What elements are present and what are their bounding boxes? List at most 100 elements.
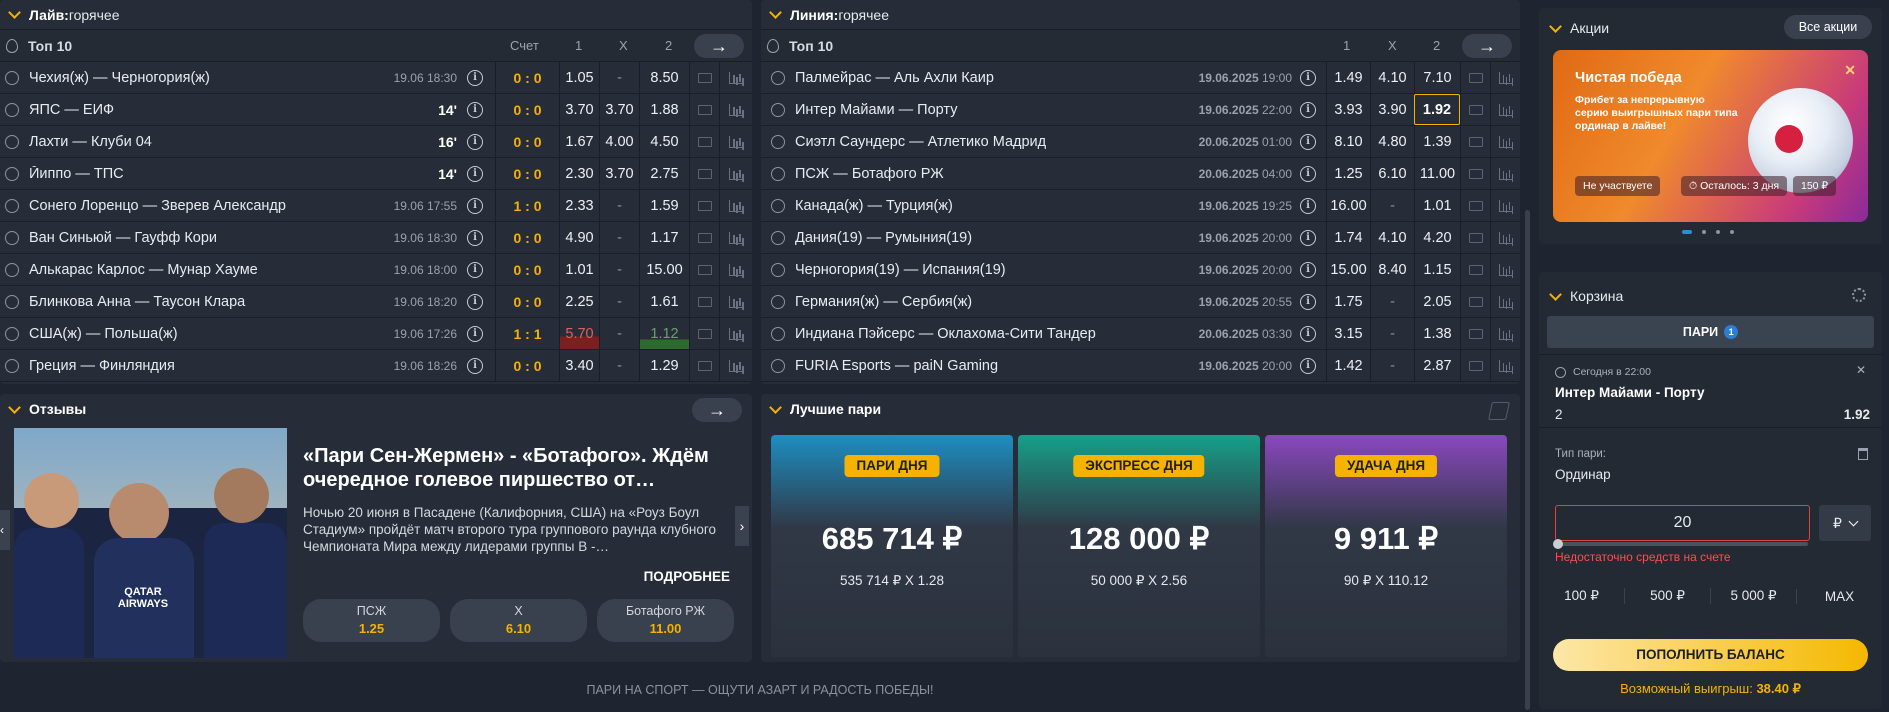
odd-cell[interactable]: 8.50 [639,62,689,93]
odd-cell[interactable]: 1.59 [639,190,689,221]
match-name[interactable]: Йиппо — ТПС [29,166,438,182]
next-arrow[interactable]: › [735,506,749,546]
match-row[interactable]: Блинкова Анна — Таусон Клара 19.06 18:20 i… [0,286,752,318]
match-row[interactable]: Интер Майами — Порту 19.06.2025 22:00 i 3.9… [761,94,1520,126]
match-row[interactable]: Греция — Финляндия 19.06 18:26 i 0 : 0 3.40-… [0,350,752,382]
stats-icon[interactable] [1490,286,1520,317]
video-icon[interactable] [1460,318,1490,349]
quick-bet-button[interactable]: Х 6.10 [450,599,587,642]
info-icon[interactable]: i [467,357,483,374]
match-row[interactable]: Лахти — Клуби 04 16' i 0 : 0 1.67 4.00 4.50 [0,126,752,158]
stats-icon[interactable] [1490,158,1520,189]
odd-cell[interactable]: 11.00 [1414,158,1460,189]
match-name[interactable]: Сиэтл Саундерс — Атлетико Мадрид [795,134,1199,150]
odd-cell[interactable]: 3.70 [559,94,599,125]
live-more-button[interactable]: → [694,34,744,58]
match-row[interactable]: Дания(19) — Румыния(19) 19.06.2025 20:00 i… [761,222,1520,254]
match-row[interactable]: Йиппо — ТПС 14' i 0 : 0 2.30 3.70 2.75 [0,158,752,190]
video-icon[interactable] [1460,158,1490,189]
reviews-header[interactable]: Отзывы [0,394,752,424]
odd-cell[interactable]: 1.74 [1326,222,1370,253]
odd-cell[interactable]: 2.25 [559,286,599,317]
match-row[interactable]: Палмейрас — Аль Ахли Каир 19.06.2025 19:0… [761,62,1520,94]
match-row[interactable]: Канада(ж) — Турция(ж) 19.06.2025 19:25 i 16… [761,190,1520,222]
quick-stake-button[interactable]: 500 ₽ [1624,588,1710,604]
stats-icon[interactable] [719,190,752,221]
video-icon[interactable] [689,318,719,349]
quick-bet-button[interactable]: Ботафого РЖ 11.00 [597,599,734,642]
video-icon[interactable] [689,126,719,157]
info-icon[interactable]: i [1300,69,1316,86]
video-icon[interactable] [1460,286,1490,317]
best-bet-card[interactable]: УДАЧА ДНЯ 9 911 ₽ 90 ₽ X 110.12 [1265,435,1507,657]
odd-cell[interactable]: 5.70 [559,318,599,349]
match-name[interactable]: FURIA Esports — paiN Gaming [795,358,1199,374]
info-icon[interactable]: i [467,261,483,278]
stats-icon[interactable] [719,286,752,317]
article-image[interactable]: QATAR AIRWAYS [14,428,287,658]
more-link[interactable]: ПОДРОБНЕЕ [600,569,730,584]
stats-icon[interactable] [1490,126,1520,157]
live-header[interactable]: Лайв: горячее [0,0,752,30]
odd-cell[interactable]: 2.33 [559,190,599,221]
match-name[interactable]: Канада(ж) — Турция(ж) [795,198,1199,214]
odd-cell[interactable]: 16.00 [1326,190,1370,221]
info-icon[interactable]: i [1300,165,1316,182]
odd-cell[interactable]: 4.00 [599,126,639,157]
odd-cell[interactable]: 1.12 [639,318,689,349]
odd-cell[interactable]: 2.05 [1414,286,1460,317]
best-bet-card[interactable]: ПАРИ ДНЯ 685 714 ₽ 535 714 ₽ X 1.28 [771,435,1013,657]
info-icon[interactable]: i [467,165,483,182]
info-icon[interactable]: i [1300,293,1316,310]
match-name[interactable]: ПСЖ — Ботафого РЖ [795,166,1199,182]
prev-arrow[interactable]: ‹ [0,510,10,550]
odd-cell[interactable]: 15.00 [1326,254,1370,285]
match-row[interactable]: Сиэтл Саундерс — Атлетико Мадрид 20.06.20… [761,126,1520,158]
video-icon[interactable] [1460,62,1490,93]
reviews-more-button[interactable]: → [692,398,742,422]
info-icon[interactable]: i [467,133,483,150]
stats-icon[interactable] [1490,62,1520,93]
odd-cell[interactable]: 2.75 [639,158,689,189]
video-icon[interactable] [1460,94,1490,125]
remove-bet-icon[interactable]: ✕ [1856,363,1866,377]
odd-cell[interactable]: 1.92 [1414,94,1460,125]
video-icon[interactable] [1460,190,1490,221]
video-icon[interactable] [689,222,719,253]
odd-cell[interactable]: 3.70 [599,94,639,125]
video-icon[interactable] [689,190,719,221]
gear-icon[interactable] [1852,288,1866,302]
match-name[interactable]: Палмейрас — Аль Ахли Каир [795,70,1199,86]
match-row[interactable]: Алькарас Карлос — Мунар Хауме 19.06 18:00… [0,254,752,286]
info-icon[interactable]: i [1300,133,1316,150]
match-row[interactable]: Чехия(ж) — Черногория(ж) 19.06 18:30 i 0 : … [0,62,752,94]
odd-cell[interactable]: 8.40 [1370,254,1414,285]
video-icon[interactable] [689,254,719,285]
line-header[interactable]: Линия: горячее [761,0,1520,30]
match-name[interactable]: Интер Майами — Порту [795,102,1199,118]
match-name[interactable]: Блинкова Анна — Таусон Клара [29,294,394,310]
odd-cell[interactable]: 4.80 [1370,126,1414,157]
video-icon[interactable] [689,62,719,93]
odd-cell[interactable]: 1.17 [639,222,689,253]
match-row[interactable]: FURIA Esports — paiN Gaming 19.06.2025 20… [761,350,1520,382]
match-row[interactable]: Ван Синьюй — Гауфф Кори 19.06 18:30 i 0 : 0… [0,222,752,254]
info-icon[interactable]: i [1300,101,1316,118]
deposit-button[interactable]: ПОПОЛНИТЬ БАЛАНС [1553,639,1868,671]
odd-cell[interactable]: 6.10 [1370,158,1414,189]
video-icon[interactable] [1460,350,1490,381]
odd-cell[interactable]: 1.01 [1414,190,1460,221]
stats-icon[interactable] [1490,190,1520,221]
best-header[interactable]: Лучшие пари [761,394,1520,424]
trash-icon[interactable] [1858,448,1868,460]
odd-cell[interactable]: 3.40 [559,350,599,381]
odd-cell[interactable]: 1.88 [639,94,689,125]
stats-icon[interactable] [1490,318,1520,349]
all-promos-button[interactable]: Все акции [1784,15,1872,39]
match-row[interactable]: Сонего Лоренцо — Зверев Александр 19.06 1… [0,190,752,222]
info-icon[interactable]: i [1300,229,1316,246]
best-bet-card[interactable]: ЭКСПРЕСС ДНЯ 128 000 ₽ 50 000 ₽ X 2.56 [1018,435,1260,657]
odd-cell[interactable]: 1.29 [639,350,689,381]
bet-type[interactable]: Ординар [1555,467,1611,482]
match-name[interactable]: Алькарас Карлос — Мунар Хауме [29,262,394,278]
